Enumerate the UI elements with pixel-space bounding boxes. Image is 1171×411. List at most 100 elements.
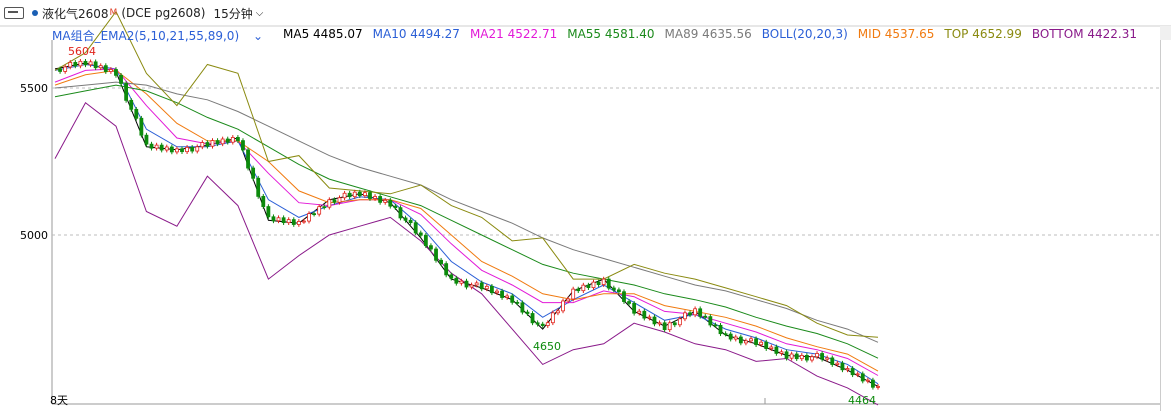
candle-body — [169, 146, 174, 153]
candle-body — [591, 281, 596, 289]
candle-body — [119, 74, 123, 84]
candle-body — [429, 245, 433, 250]
candle-body — [764, 341, 769, 349]
candle-body — [291, 219, 296, 225]
trading-chart-window: 5500 5000 8天 5604 4650 4464 液化气2608 M (DCE pg2… — [0, 0, 1171, 411]
candle-body — [58, 68, 62, 72]
candle-body — [347, 192, 352, 198]
candle-body — [230, 137, 235, 143]
candle-body — [749, 338, 753, 342]
candle-body — [825, 357, 830, 360]
candle-body — [241, 140, 245, 151]
candle-body — [850, 368, 855, 376]
candle-body — [383, 199, 388, 203]
candle-body — [596, 281, 601, 285]
candle-body — [103, 65, 108, 72]
candle-body — [627, 301, 631, 304]
bottom-label: 8天 — [50, 394, 68, 407]
candle-body — [871, 379, 875, 388]
side-panel-header — [1160, 26, 1171, 40]
candle-body — [769, 346, 774, 349]
candle-body — [728, 333, 733, 340]
candle-body — [149, 143, 154, 149]
candle-body — [469, 284, 474, 288]
candle-body — [439, 259, 443, 265]
candle-body — [317, 206, 322, 215]
indicator-legend: MA组合_EMA2(5,10,21,55,89,0) ⌄ MA5 4485.07… — [52, 27, 1147, 43]
side-panel[interactable] — [1160, 40, 1171, 411]
candle-body — [642, 310, 647, 319]
candle-body — [164, 146, 169, 151]
candle-body — [266, 206, 271, 218]
candle-body — [220, 138, 225, 145]
candle-body — [566, 298, 571, 302]
candle-body — [93, 61, 98, 69]
chevron-down-icon[interactable]: ⌵ — [256, 8, 264, 19]
symbol-name[interactable]: 液化气2608 — [42, 5, 109, 22]
candle-body — [672, 322, 677, 326]
candle-body — [698, 308, 703, 317]
candle-body — [652, 316, 657, 325]
candle-body — [606, 278, 611, 289]
candle-body — [180, 148, 184, 153]
candle-body — [505, 295, 510, 298]
legend-ma10: MA10 4494.27 — [372, 27, 460, 41]
candle-body — [256, 177, 261, 197]
window-menu-icon[interactable] — [4, 7, 24, 19]
exchange-code: (DCE pg2608) — [121, 6, 206, 20]
y-tick-label: 5000 — [20, 229, 48, 242]
candle-body — [708, 316, 713, 326]
legend-ma89: MA89 4635.56 — [664, 27, 752, 41]
candle-body — [276, 217, 281, 222]
candle-body — [744, 340, 748, 344]
candle-body — [124, 83, 129, 101]
candle-body — [464, 280, 469, 288]
candle-body — [327, 199, 332, 208]
candle-body — [444, 263, 449, 276]
candle-body — [525, 311, 530, 314]
candle-body — [693, 308, 698, 316]
candle-body — [114, 69, 118, 76]
candle-body — [63, 66, 68, 72]
candle-body — [312, 213, 316, 216]
candle-body — [175, 148, 179, 153]
candle-body — [68, 62, 73, 68]
candle-body — [718, 324, 723, 335]
chevron-down-icon[interactable]: ⌄ — [249, 29, 263, 43]
candle-body — [205, 142, 210, 147]
y-tick-label: 5500 — [20, 82, 48, 95]
candle-body — [571, 288, 576, 300]
price-chart[interactable]: 5500 5000 8天 5604 4650 4464 — [0, 0, 1171, 411]
candle-body — [281, 217, 286, 224]
candle-body — [454, 277, 459, 284]
candle-body — [810, 356, 814, 361]
candle-body — [449, 274, 454, 279]
candle-body — [865, 379, 870, 382]
legend-group-label[interactable]: MA组合_EMA2(5,10,21,55,89,0) ⌄ — [52, 27, 273, 43]
candle-body — [154, 144, 159, 149]
candle-body — [393, 205, 398, 209]
candle-body — [713, 324, 718, 327]
candle-body — [540, 323, 545, 326]
candle-body — [190, 146, 195, 152]
candle-body — [479, 282, 484, 290]
candle-body — [576, 288, 581, 292]
symbol-badge: M — [109, 8, 118, 18]
series-line-7 — [54, 101, 879, 406]
candle-body — [784, 351, 789, 359]
title-bar: 液化气2608 M (DCE pg2608) 15分钟 ⌵ — [0, 0, 1171, 26]
candle-body — [225, 138, 230, 143]
candle-body — [474, 282, 479, 286]
candle-body — [83, 60, 88, 66]
candle-body — [515, 301, 520, 304]
low-annotation-end: 4464 — [848, 394, 876, 407]
candle-body — [215, 140, 220, 145]
candle-body — [779, 351, 784, 354]
candle-body — [88, 61, 93, 66]
candle-body — [759, 341, 764, 346]
candle-body — [368, 192, 372, 199]
candle-body — [647, 316, 652, 319]
candle-body — [337, 197, 342, 203]
period-selector[interactable]: 15分钟 — [213, 5, 252, 22]
series-line-3 — [54, 69, 879, 372]
